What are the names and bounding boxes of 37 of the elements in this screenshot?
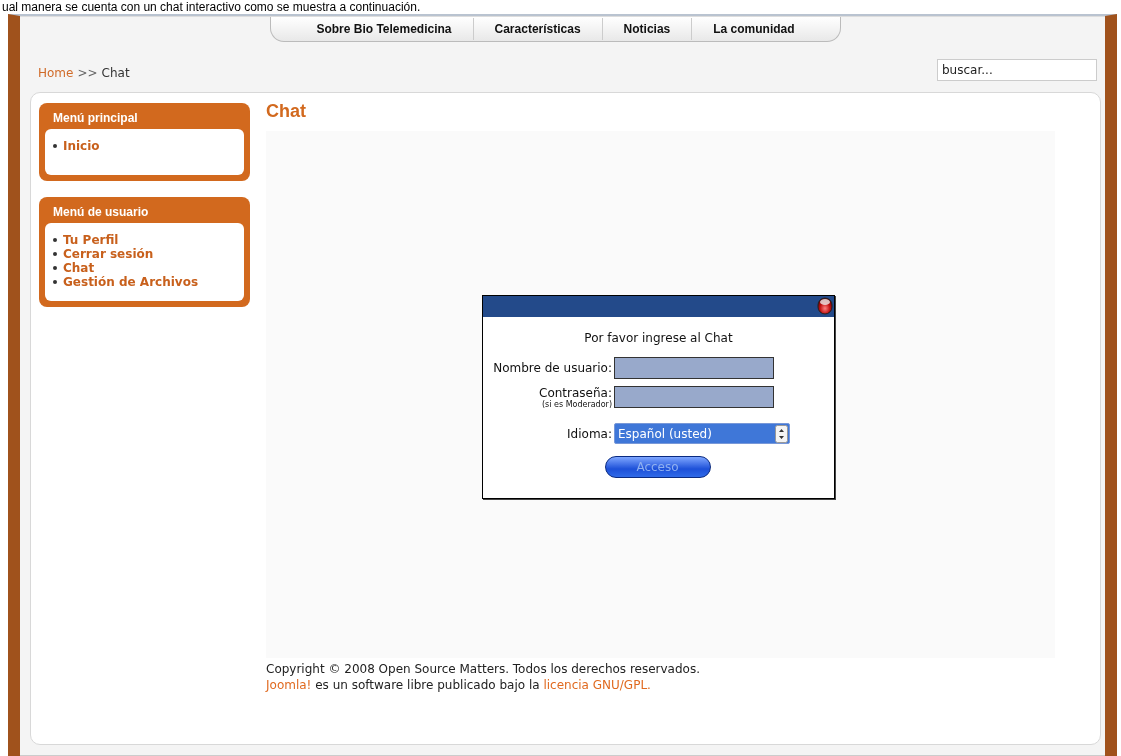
stepper-icon (775, 424, 788, 443)
menu-link[interactable]: Inicio (63, 139, 100, 153)
menu-link[interactable]: Gestión de Archivos (63, 275, 199, 289)
username-field[interactable] (614, 356, 774, 379)
joomla-link[interactable]: Joomla! (266, 678, 312, 692)
copyright-text: Copyright © 2008 Open Source Matters. Todos los derechos reservados. (266, 661, 701, 677)
document-caption: ual manera se cuenta con un chat interactivo como se muestra a continuación. (1, 0, 421, 14)
content-title: Chat (266, 101, 307, 123)
password-field[interactable] (614, 385, 774, 408)
module-title: Menú principal (52, 110, 139, 127)
menu-link[interactable]: Tu Perfil (63, 233, 119, 247)
nav-link[interactable]: Noticias (602, 18, 693, 40)
module-title: Menú de usuario (52, 204, 150, 221)
license-text: es un software libre publicado bajo la (314, 678, 541, 692)
menu-link[interactable]: Cerrar sesión (63, 247, 154, 261)
close-icon[interactable] (817, 297, 833, 315)
username-label: Nombre de usuario: (492, 360, 613, 375)
license-link[interactable]: licencia GNU/GPL. (543, 678, 651, 692)
menu-link[interactable]: Chat (63, 261, 95, 275)
login-button[interactable]: Acceso (604, 455, 711, 478)
bullet-icon (53, 252, 57, 256)
nav-link[interactable]: Características (473, 18, 603, 40)
bullet-icon (53, 280, 57, 284)
password-label: Contraseña: (538, 385, 613, 400)
bullet-icon (53, 238, 57, 242)
breadcrumb-separator: >> (77, 66, 98, 80)
bullet-icon (53, 266, 57, 270)
nav-link[interactable]: Sobre Bio Telemedicina (295, 18, 474, 40)
nav-link[interactable]: La comunidad (692, 18, 816, 40)
bullet-icon (53, 144, 57, 148)
breadcrumb-current: Chat (101, 66, 130, 80)
language-select[interactable]: Español (usted) (614, 423, 790, 444)
login-heading: Por favor ingrese al Chat (583, 330, 734, 345)
breadcrumb-home-link[interactable]: Home (38, 66, 74, 80)
search-field[interactable]: buscar... (937, 59, 1097, 81)
language-label: Idioma: (566, 426, 613, 441)
password-note: (si es Moderador) (541, 399, 613, 409)
